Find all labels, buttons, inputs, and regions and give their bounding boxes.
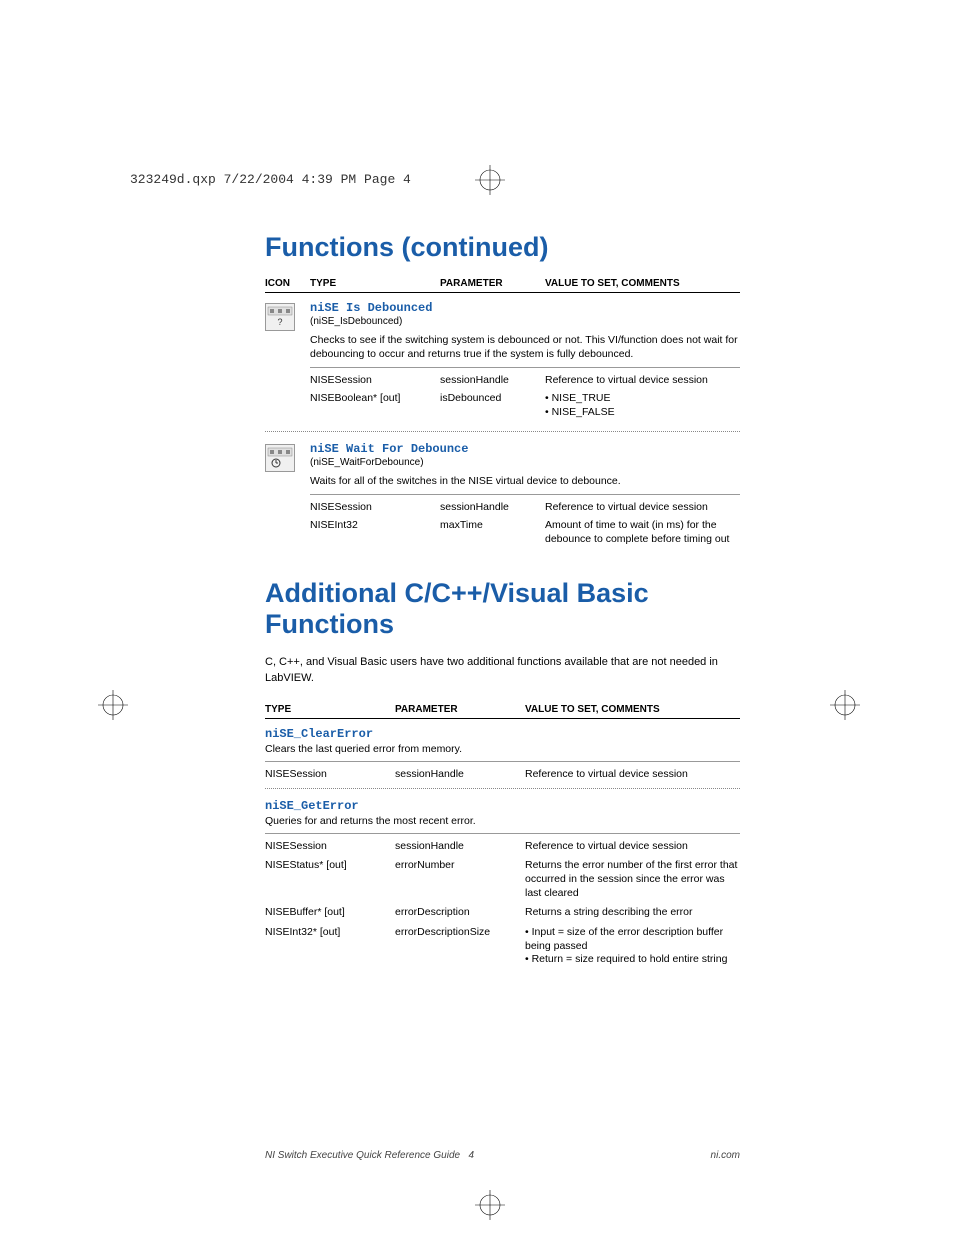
function-cname: (niSE_IsDebounced) — [310, 316, 740, 327]
param-name: errorDescriptionSize — [395, 926, 525, 967]
param-value: Reference to virtual device session — [545, 501, 740, 515]
param-row: NISEInt32* [out] errorDescriptionSize • … — [265, 926, 740, 967]
th-type: TYPE — [310, 278, 440, 289]
page-footer: NI Switch Executive Quick Reference Guid… — [265, 1150, 740, 1161]
function-is-debounced: ? niSE Is Debounced (niSE_IsDebounced) C… — [265, 301, 740, 423]
param-type: NISEStatus* [out] — [265, 859, 395, 900]
param-name: errorNumber — [395, 859, 525, 900]
labview-icon: ? — [265, 303, 295, 331]
function-clear-error: niSE_ClearError Clears the last queried … — [265, 727, 740, 782]
function-wait-for-debounce: niSE Wait For Debounce (niSE_WaitForDebo… — [265, 442, 740, 550]
th-value: VALUE TO SET, COMMENTS — [525, 704, 740, 715]
param-row: NISEBuffer* [out] errorDescription Retur… — [265, 906, 740, 920]
section-heading-functions: Functions (continued) — [265, 232, 740, 263]
header-slug: 323249d.qxp 7/22/2004 4:39 PM Page 4 — [130, 172, 411, 187]
param-row: NISEInt32 maxTime Amount of time to wait… — [310, 519, 740, 546]
param-type: NISESession — [265, 840, 395, 854]
param-row: NISESession sessionHandle Reference to v… — [310, 501, 740, 515]
param-row: NISESession sessionHandle Reference to v… — [310, 374, 740, 388]
param-type: NISEBuffer* [out] — [265, 906, 395, 920]
th-icon: ICON — [265, 278, 310, 289]
table2-header-row: TYPE PARAMETER VALUE TO SET, COMMENTS — [265, 704, 740, 719]
function-description: Clears the last queried error from memor… — [265, 743, 740, 755]
param-name: errorDescription — [395, 906, 525, 920]
th-value: VALUE TO SET, COMMENTS — [545, 278, 740, 289]
param-name: sessionHandle — [440, 374, 545, 388]
function-description: Checks to see if the switching system is… — [310, 333, 740, 361]
param-type: NISESession — [310, 501, 440, 515]
dotted-divider — [265, 431, 740, 432]
page-content: Functions (continued) ICON TYPE PARAMETE… — [265, 232, 740, 973]
footer-title: NI Switch Executive Quick Reference Guid… — [265, 1150, 474, 1161]
svg-text:?: ? — [277, 317, 282, 327]
param-value: Reference to virtual device session — [525, 768, 740, 782]
param-name: isDebounced — [440, 392, 545, 419]
registration-mark-top — [475, 165, 505, 195]
section-heading-additional: Additional C/C++/Visual Basic Functions — [265, 578, 740, 640]
param-value: Returns the error number of the first er… — [525, 859, 740, 900]
param-name: sessionHandle — [395, 840, 525, 854]
footer-site: ni.com — [711, 1150, 740, 1161]
table1-header-row: ICON TYPE PARAMETER VALUE TO SET, COMMEN… — [265, 278, 740, 293]
function-description: Waits for all of the switches in the NIS… — [310, 474, 740, 488]
th-type: TYPE — [265, 704, 395, 715]
param-type: NISESession — [310, 374, 440, 388]
function-name: niSE_ClearError — [265, 727, 740, 741]
param-row: NISEBoolean* [out] isDebounced • NISE_TR… — [310, 392, 740, 419]
param-value: Reference to virtual device session — [525, 840, 740, 854]
param-type: NISEBoolean* [out] — [310, 392, 440, 419]
param-type: NISEInt32* [out] — [265, 926, 395, 967]
function-name: niSE_GetError — [265, 799, 740, 813]
function-cname: (niSE_WaitForDebounce) — [310, 457, 740, 468]
icon-cell — [265, 442, 310, 550]
param-value: Amount of time to wait (in ms) for the d… — [545, 519, 740, 546]
param-value: Reference to virtual device session — [545, 374, 740, 388]
param-type: NISESession — [265, 768, 395, 782]
param-name: maxTime — [440, 519, 545, 546]
th-parameter: PARAMETER — [395, 704, 525, 715]
param-name: sessionHandle — [395, 768, 525, 782]
param-row: NISESession sessionHandle Reference to v… — [265, 768, 740, 782]
function-name: niSE Wait For Debounce — [310, 442, 740, 456]
param-value: • NISE_TRUE • NISE_FALSE — [545, 392, 740, 419]
param-name: sessionHandle — [440, 501, 545, 515]
registration-mark-left — [98, 690, 128, 720]
param-row: NISESession sessionHandle Reference to v… — [265, 840, 740, 854]
section2-intro: C, C++, and Visual Basic users have two … — [265, 655, 740, 686]
th-parameter: PARAMETER — [440, 278, 545, 289]
function-description: Queries for and returns the most recent … — [265, 815, 740, 827]
param-row: NISEStatus* [out] errorNumber Returns th… — [265, 859, 740, 900]
param-value: • Input = size of the error description … — [525, 926, 740, 967]
registration-mark-bottom — [475, 1190, 505, 1220]
param-value: Returns a string describing the error — [525, 906, 740, 920]
param-type: NISEInt32 — [310, 519, 440, 546]
dotted-divider — [265, 788, 740, 789]
function-name: niSE Is Debounced — [310, 301, 740, 315]
icon-cell: ? — [265, 301, 310, 423]
labview-icon — [265, 444, 295, 472]
registration-mark-right — [830, 690, 860, 720]
function-get-error: niSE_GetError Queries for and returns th… — [265, 799, 740, 967]
